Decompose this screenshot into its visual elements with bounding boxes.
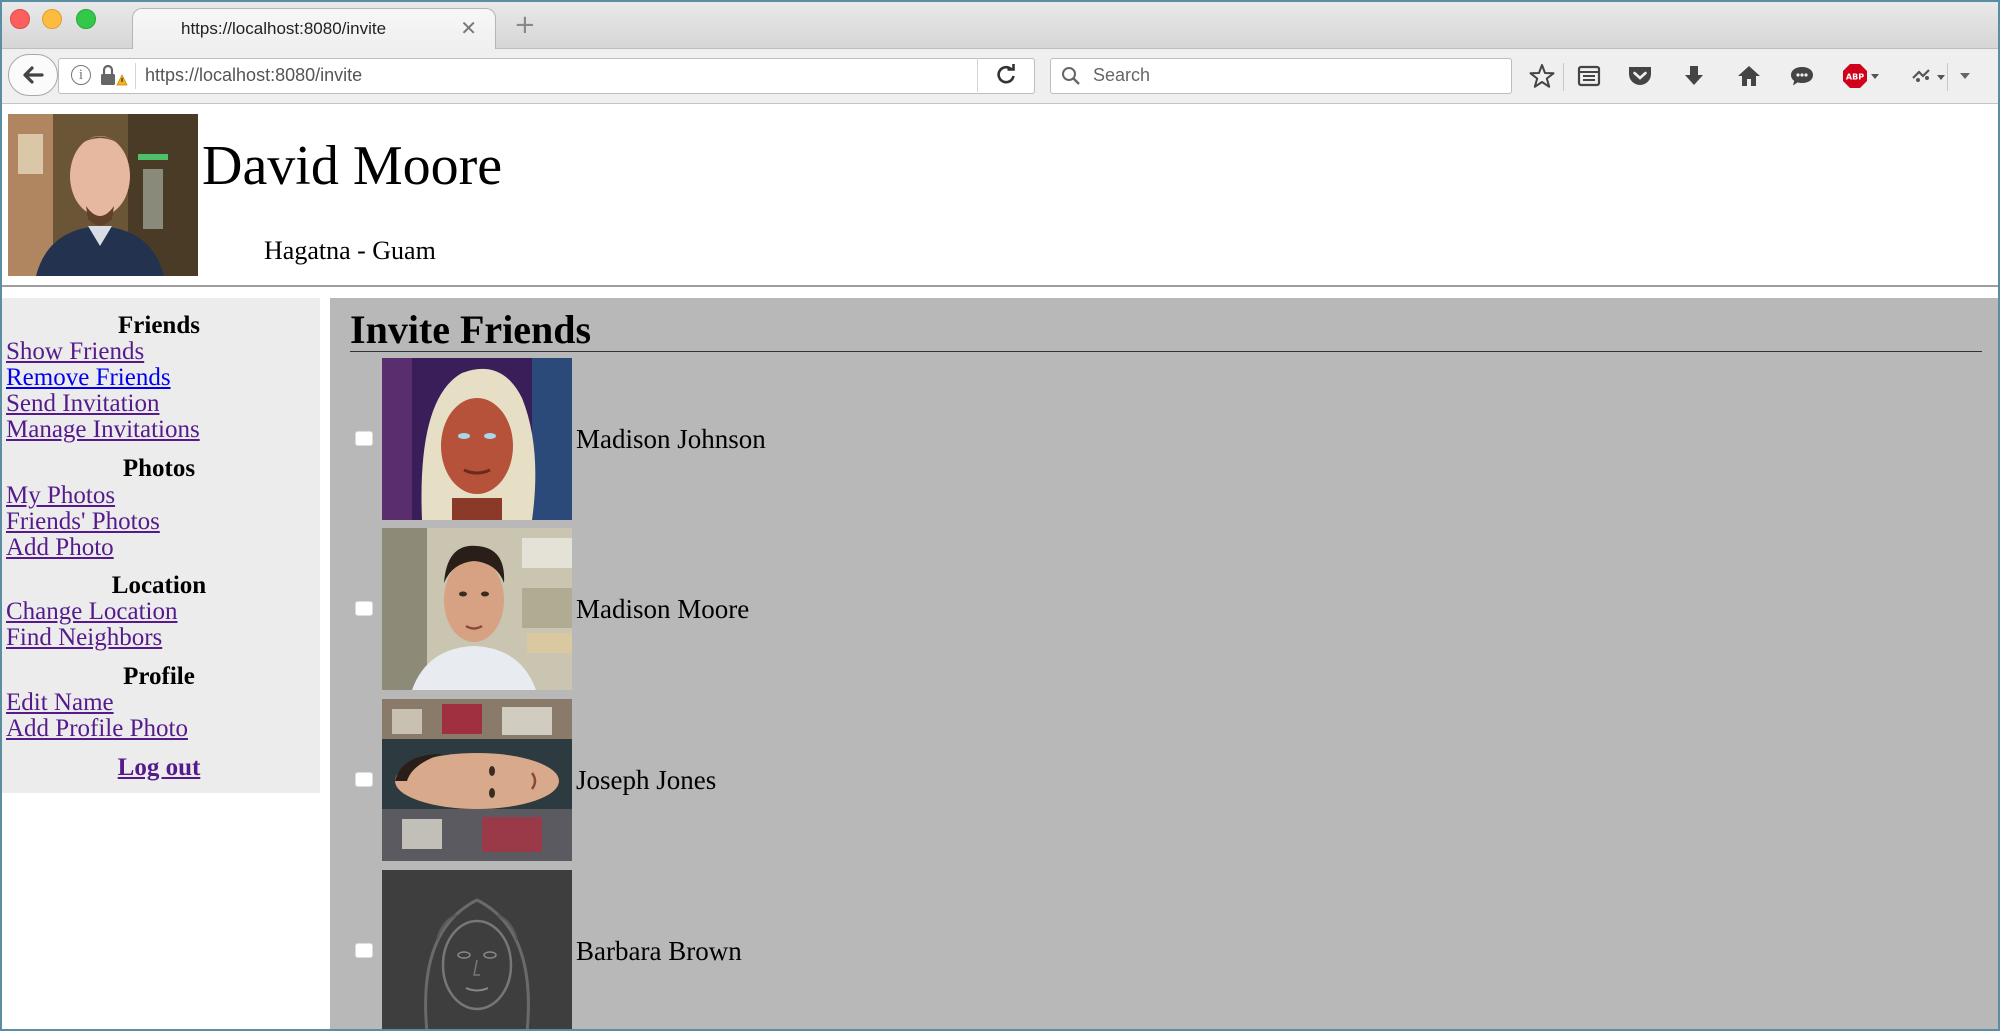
friend-name: Joseph Jones <box>576 765 717 795</box>
friend-row: Madison Moore <box>330 528 1330 692</box>
insecure-lock-icon[interactable] <box>99 64 129 88</box>
bookmark-star-icon[interactable] <box>1527 61 1557 91</box>
friend-name: Barbara Brown <box>576 936 742 966</box>
home-icon[interactable] <box>1734 61 1764 91</box>
profile-location: Hagatna - Guam <box>264 236 436 265</box>
search-placeholder: Search <box>1093 65 1151 85</box>
browser-tab[interactable]: https://localhost:8080/invite ✕ <box>132 8 496 50</box>
friend-select-checkbox[interactable] <box>355 431 373 446</box>
sidebar-heading-photos: Photos <box>122 455 196 482</box>
friend-photo <box>382 358 572 520</box>
adblock-icon[interactable]: ABP <box>1842 61 1882 91</box>
friend-select-checkbox[interactable] <box>355 772 373 787</box>
reload-icon <box>997 64 1015 84</box>
new-tab-button[interactable]: + <box>514 10 536 40</box>
sidebar-link-add-profile-photo[interactable]: Add Profile Photo <box>6 715 188 743</box>
friend-photo <box>382 870 572 1029</box>
pocket-icon[interactable] <box>1625 61 1655 91</box>
sidebar-link-friends-photos[interactable]: Friends' Photos <box>6 508 160 536</box>
extension-icon[interactable] <box>1909 61 1949 91</box>
tab-title: https://localhost:8080/invite <box>181 19 387 38</box>
tab-close-icon[interactable]: ✕ <box>460 16 477 40</box>
friend-photo <box>382 528 572 690</box>
page-title: Invite Friends <box>350 307 592 352</box>
search-icon <box>1062 67 1080 85</box>
friend-row: Barbara Brown <box>330 870 1330 1029</box>
sidebar-heading-friends: Friends <box>118 312 200 339</box>
logout-link[interactable]: Log out <box>2 754 316 782</box>
toolbar-divider <box>1563 63 1564 91</box>
svg-text:ABP: ABP <box>1846 73 1864 82</box>
title-divider <box>350 351 1982 352</box>
browser-window: https://localhost:8080/invite ✕ + i http… <box>0 0 2000 1031</box>
friend-row: Madison Johnson <box>330 358 1330 522</box>
sidebar-link-remove-friends[interactable]: Remove Friends <box>6 364 171 392</box>
sidebar-link-change-location[interactable]: Change Location <box>6 598 177 626</box>
reading-list-icon[interactable] <box>1574 61 1604 91</box>
back-arrow-icon <box>23 66 44 84</box>
friend-select-checkbox[interactable] <box>355 943 373 958</box>
search-input[interactable]: Search <box>1050 58 1512 94</box>
close-window-button[interactable] <box>10 9 30 29</box>
chat-icon[interactable] <box>1787 61 1817 91</box>
sidebar-link-find-neighbors[interactable]: Find Neighbors <box>6 624 162 652</box>
sidebar-link-my-photos[interactable]: My Photos <box>6 482 115 510</box>
navigation-toolbar: i https://localhost:8080/invite Search A… <box>2 49 1998 104</box>
back-button[interactable] <box>8 54 58 96</box>
main-content: Invite Friends Madison Johnson Madison M… <box>330 298 1998 1029</box>
profile-photo <box>8 114 198 276</box>
friend-name: Madison Johnson <box>576 424 766 454</box>
friend-photo <box>382 699 572 861</box>
friend-name: Madison Moore <box>576 594 750 624</box>
sidebar-heading-location: Location <box>111 572 207 599</box>
sidebar-link-add-photo[interactable]: Add Photo <box>6 534 114 562</box>
url-divider <box>135 63 136 89</box>
maximize-window-button[interactable] <box>76 9 96 29</box>
sidebar-link-send-invitation[interactable]: Send Invitation <box>6 390 159 418</box>
download-icon[interactable] <box>1679 61 1709 91</box>
minimize-window-button[interactable] <box>42 9 62 29</box>
sidebar-link-manage-invitations[interactable]: Manage Invitations <box>6 416 200 444</box>
friend-row: Joseph Jones <box>330 699 1330 863</box>
url-bar[interactable]: i https://localhost:8080/invite <box>58 58 1035 94</box>
menu-dropdown-icon[interactable] <box>1952 61 1978 91</box>
toolbar-divider <box>1947 63 1948 91</box>
sidebar-link-edit-name[interactable]: Edit Name <box>6 689 114 717</box>
url-text[interactable]: https://localhost:8080/invite <box>145 65 362 86</box>
info-icon[interactable]: i <box>71 65 91 85</box>
friend-select-checkbox[interactable] <box>355 601 373 616</box>
sidebar-heading-profile: Profile <box>123 663 195 690</box>
reload-button[interactable] <box>977 58 1034 92</box>
profile-name: David Moore <box>202 135 503 197</box>
sidebar-link-show-friends[interactable]: Show Friends <box>6 338 144 366</box>
header-divider <box>2 285 1998 287</box>
tab-bar: https://localhost:8080/invite ✕ + <box>2 2 1998 50</box>
sidebar-nav: Friends Show Friends Remove Friends Send… <box>2 298 320 793</box>
